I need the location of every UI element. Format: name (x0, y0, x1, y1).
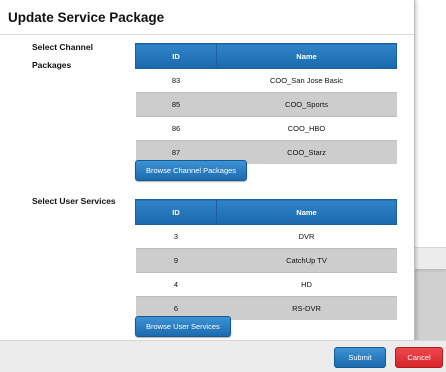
cell-id: 4 (135, 272, 217, 297)
channel-packages-table: ID Name 83 COO_San Jose Basic 85 COO_Spo… (135, 43, 397, 164)
update-service-package-dialog: Update Service Package Select Channel Pa… (0, 0, 415, 371)
column-header-id[interactable]: ID (135, 43, 217, 69)
cell-id: 9 (135, 248, 217, 273)
column-header-name[interactable]: Name (216, 43, 397, 69)
browse-user-services-button[interactable]: Browse User Services (135, 316, 231, 337)
column-header-id[interactable]: ID (135, 199, 217, 225)
dialog-title: Update Service Package (8, 9, 165, 25)
table-row[interactable]: 86 COO_HBO (135, 116, 397, 141)
cancel-button[interactable]: Cancel (395, 347, 443, 368)
submit-button[interactable]: Submit (334, 347, 386, 368)
user-services-table: ID Name 3 DVR 9 CatchUp TV 4 HD 6 RS-DVR (135, 199, 397, 320)
cell-id: 3 (135, 224, 217, 249)
channel-packages-label-line2: Packages (32, 60, 72, 70)
cell-name: CatchUp TV (216, 248, 397, 273)
cell-name: HD (216, 272, 397, 297)
table-row[interactable]: 9 CatchUp TV (135, 248, 397, 273)
cell-name: COO_Sports (216, 92, 397, 117)
cell-id: 85 (135, 92, 217, 117)
browse-channel-packages-button[interactable]: Browse Channel Packages (135, 160, 248, 181)
background-dialog-footer (412, 247, 446, 269)
table-header-row: ID Name (135, 43, 397, 69)
channel-packages-label-line1: Select Channel (32, 42, 93, 52)
table-row[interactable]: 83 COO_San Jose Basic (135, 68, 397, 93)
table-row[interactable]: 85 COO_Sports (135, 92, 397, 117)
cell-name: COO_HBO (216, 116, 397, 141)
table-row[interactable]: 3 DVR (135, 224, 397, 249)
cell-id: 83 (135, 68, 217, 93)
table-header-row: ID Name (135, 199, 397, 225)
cell-id: 86 (135, 116, 217, 141)
table-row[interactable]: 4 HD (135, 272, 397, 297)
cell-name: COO_San Jose Basic (216, 68, 397, 93)
cell-name: RS-DVR (216, 296, 397, 320)
user-services-label: Select User Services (32, 196, 116, 206)
cell-name: DVR (216, 224, 397, 249)
column-header-name[interactable]: Name (216, 199, 397, 225)
dialog-header: Update Service Package (0, 0, 414, 35)
